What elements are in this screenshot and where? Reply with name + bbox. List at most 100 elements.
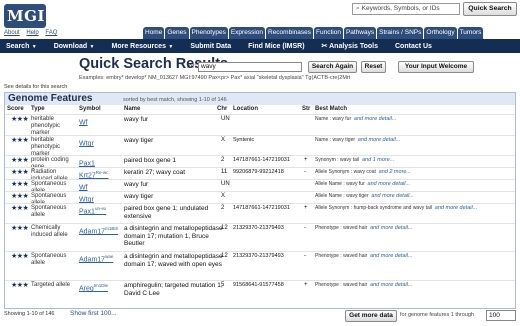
chromosome: 2	[221, 205, 225, 211]
location: 21329370-21379493	[233, 225, 284, 231]
your-input-welcome-button[interactable]: Your Input Welcome	[398, 61, 474, 73]
allele-superscript: m1Btlr	[105, 226, 119, 231]
get-more-data-button[interactable]: Get more data	[345, 310, 397, 322]
nav-more-resources-menu[interactable]: More Resources ▼	[112, 43, 174, 50]
tab-home[interactable]: Home	[143, 27, 165, 39]
search-examples: Examples: embry* develop* NM_013627 MGI:…	[79, 75, 351, 81]
best-match: Synonym : wavy tail and 1 more...	[315, 157, 394, 164]
symbol-text: Adam17	[79, 228, 106, 236]
nav-analysis-tools[interactable]: ✂ Analysis Tools	[322, 42, 378, 50]
nav-contact-us[interactable]: Contact Us	[395, 43, 432, 50]
tab-orthology[interactable]: Orthology	[424, 27, 457, 39]
chevron-down-icon: ▼	[166, 43, 174, 50]
wrench-icon: ✂	[321, 43, 330, 50]
tab-strains-snps[interactable]: Strains / SNPs	[377, 27, 424, 39]
more-detail-link[interactable]: and more detail...	[370, 253, 413, 259]
strand: -	[304, 225, 306, 231]
tab-expression[interactable]: Expression	[228, 27, 265, 39]
location: Syntenic	[233, 137, 255, 143]
best-match-label: Allele Name : wavy tiger	[315, 193, 369, 199]
feature-name: amphiregulin; targeted mutation 1, David…	[124, 282, 223, 297]
quick-search-button[interactable]: Quick Search	[463, 2, 517, 16]
best-match-label: Synonym : wavy tail	[315, 157, 360, 163]
table-row: ★★★ Radiation induced allele Krt27Re-wc ker…	[5, 167, 515, 182]
genome-features-header: Genome Features sorted by best match, sh…	[5, 93, 515, 105]
tab-tumors[interactable]: Tumors	[457, 27, 484, 39]
mgi-logo[interactable]: MGI	[4, 2, 46, 30]
symbol-link[interactable]: Adam17wae	[79, 253, 113, 263]
feature-type: Spontaneous allele	[31, 205, 67, 218]
symbol-text: Areg	[79, 285, 94, 293]
symbol-link[interactable]: Pax1	[79, 157, 95, 167]
best-match: Allele Name : wavy fur and more detail..…	[315, 181, 410, 188]
symbol-link[interactable]: Wtgr	[79, 137, 94, 147]
table-row: ★★★ Spontaneous allele Wtgr wavy tiger X Alle…	[5, 191, 515, 206]
get-more-count-input[interactable]: 100	[486, 310, 516, 321]
nav-bar: Search ▼ Download ▼ More Resources ▼ Sub…	[0, 39, 520, 53]
location: 21329370-21379493	[233, 253, 284, 259]
tab-function[interactable]: Function	[314, 27, 343, 39]
score-stars: ★★★	[11, 205, 29, 212]
col-best-match: Best Match	[315, 106, 348, 112]
strand: -	[304, 253, 306, 259]
more-detail-link[interactable]: and more detail...	[435, 205, 478, 211]
feature-name: paired box gene 1	[124, 157, 177, 164]
col-chr: Chr	[217, 106, 228, 112]
col-str: Str	[302, 106, 311, 112]
tab-genes[interactable]: Genes	[165, 27, 189, 39]
best-match: Allele Synonym : wavy coat and 2 more...	[315, 169, 411, 176]
quick-search-placeholder: Keywords, Symbols, or IDs	[361, 5, 440, 12]
nav-search-label: Search	[6, 42, 30, 50]
nav-download-menu[interactable]: Download ▼	[54, 43, 95, 50]
feature-type: Chemically induced allele	[31, 225, 68, 238]
feature-name: wavy fur	[124, 116, 149, 123]
search-again-button[interactable]: Search Again	[308, 61, 357, 73]
more-detail-link[interactable]: and more detail...	[371, 193, 414, 199]
symbol-link[interactable]: Pax1un-ex	[79, 205, 106, 215]
nav-find-mice[interactable]: Find Mice (IMSR)	[248, 43, 304, 50]
table-header: Score Type Symbol Name Chr Location Str …	[5, 105, 515, 114]
help-link[interactable]: Help	[26, 30, 38, 36]
more-detail-link[interactable]: and 2 more...	[379, 169, 411, 175]
main-tabs: Home Genes Phenotypes Expression Recombi…	[143, 27, 484, 39]
symbol-link[interactable]: Aregtm1Dle	[79, 282, 108, 292]
nav-search-menu[interactable]: Search ▼	[6, 43, 37, 50]
tab-recombinases[interactable]: Recombinases	[266, 27, 313, 39]
tab-pathways[interactable]: Pathways	[343, 27, 377, 39]
best-match: Phenotype : waved hair and more detail..…	[315, 282, 413, 289]
chromosome: 12	[221, 225, 228, 231]
nav-submit-data[interactable]: Submit Data	[190, 43, 231, 50]
faq-link[interactable]: FAQ	[45, 30, 57, 36]
more-detail-link[interactable]: and more detail...	[370, 282, 413, 288]
show-first-100-link[interactable]: Show first 100...	[70, 310, 117, 317]
more-detail-link[interactable]: and more detail...	[370, 225, 413, 231]
strand: -	[304, 169, 306, 175]
symbol-link[interactable]: Wf	[79, 181, 88, 191]
symbol-link[interactable]: Wf	[79, 116, 88, 126]
more-detail-link[interactable]: and more detail...	[358, 137, 401, 143]
table-row: ★★★ Spontaneous allele Adam17wae a disinteg…	[5, 251, 515, 280]
tab-phenotypes[interactable]: Phenotypes	[189, 27, 228, 39]
mgi-logo-mark: MGI	[4, 4, 46, 28]
score-stars: ★★★	[11, 282, 29, 289]
genome-features-heading: Genome Features	[8, 93, 93, 104]
logo-text: MGI	[7, 7, 45, 25]
reset-button[interactable]: Reset	[361, 61, 386, 73]
more-detail-link[interactable]: and 1 more...	[362, 157, 394, 163]
chromosome: UN	[221, 181, 230, 187]
symbol-link[interactable]: Wtgr	[79, 193, 94, 203]
query-input[interactable]: wavy	[198, 62, 302, 72]
symbol-link[interactable]: Krt27Re-wc	[79, 169, 109, 179]
see-details-link[interactable]: See details for this search	[4, 84, 67, 90]
best-match: Name : wavy tiger and more detail...	[315, 137, 400, 144]
more-detail-link[interactable]: and more detail...	[354, 116, 397, 122]
quick-search-input[interactable]: ⌕ Keywords, Symbols, or IDs	[352, 3, 460, 15]
best-match: Phenotype : waved hair and more detail..…	[315, 253, 413, 260]
table-row: ★★★ heritable phenotypic marker Wtgr wavy t…	[5, 135, 515, 157]
symbol-link[interactable]: Adam17m1Btlr	[79, 225, 118, 235]
more-detail-link[interactable]: and more detail...	[368, 181, 411, 187]
best-match-label: Allele Synonym : wavy coat	[315, 169, 376, 175]
feature-name: wavy tiger	[124, 193, 154, 200]
chromosome: X	[221, 193, 226, 199]
about-link[interactable]: About	[4, 30, 20, 36]
